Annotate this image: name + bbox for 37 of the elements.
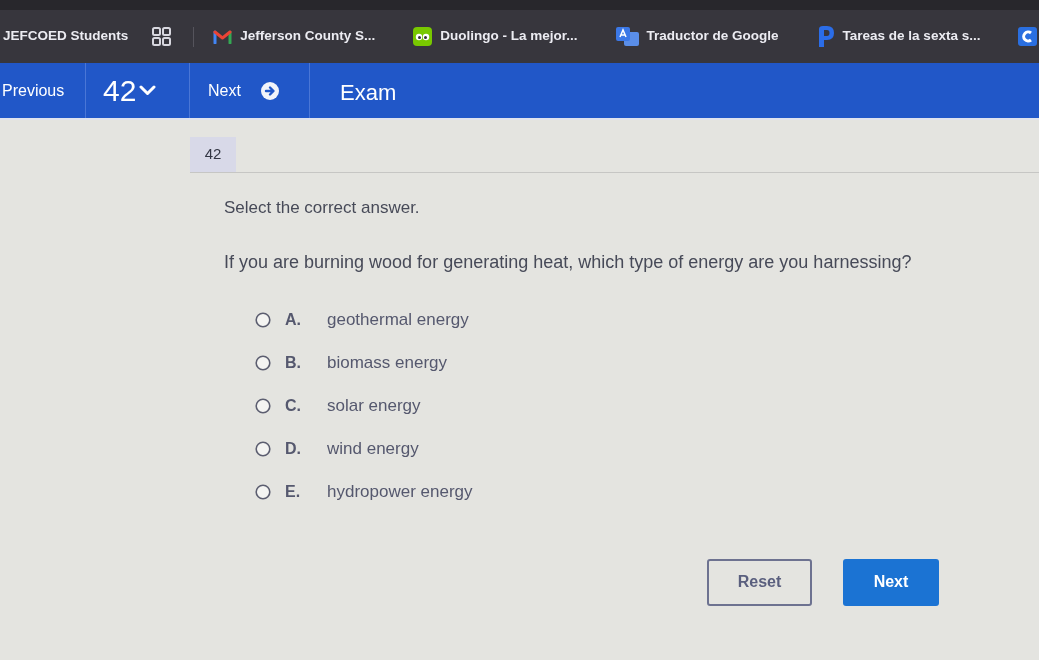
next-toolbar-button[interactable]: Next [190, 63, 310, 118]
option-letter: B. [285, 353, 302, 373]
option-letter: D. [285, 439, 302, 459]
apps-grid-icon[interactable] [152, 27, 172, 46]
translate-tiles-icon [615, 27, 639, 46]
bookmark-folder[interactable]: JEFCOED Students [3, 26, 129, 47]
option-letter: C. [285, 396, 302, 416]
chevron-down-icon [139, 85, 157, 96]
bookmark-link[interactable]: Traductor de Google [646, 26, 779, 47]
bookmark-link[interactable]: Jefferson County S... [240, 26, 376, 47]
c-logo-icon[interactable] [1018, 27, 1038, 46]
radio-button[interactable] [255, 398, 271, 414]
instruction-text: Select the correct answer. [224, 197, 420, 219]
option-text[interactable]: hydropower energy [327, 479, 473, 505]
exam-title: Exam [340, 79, 397, 107]
radio-button[interactable] [255, 355, 271, 371]
bookmark-link[interactable]: Tareas de la sexta s... [842, 26, 981, 47]
question-number-dropdown[interactable]: 42 [86, 63, 190, 118]
radio-button[interactable] [255, 312, 271, 328]
mail-m-icon [213, 29, 233, 44]
radio-button[interactable] [255, 484, 271, 500]
owl-eyes-icon [413, 27, 433, 46]
next-button[interactable]: Next [843, 558, 939, 606]
p-logo-icon [816, 26, 835, 47]
question-number-badge: 42 [190, 137, 236, 172]
option-text[interactable]: wind energy [327, 436, 419, 462]
question-text: If you are burning wood for generating heat, which type of energy are you harnessing? [224, 250, 912, 274]
option-text[interactable]: solar energy [327, 393, 421, 419]
option-text[interactable]: geothermal energy [327, 307, 469, 333]
option-letter: E. [285, 482, 302, 502]
reset-button[interactable]: Reset [707, 558, 812, 606]
bookmark-link[interactable]: Duolingo - La mejor... [440, 26, 578, 47]
option-text[interactable]: biomass energy [327, 350, 447, 376]
previous-button[interactable]: Previous [0, 63, 86, 118]
arrow-right-circle-icon [260, 81, 279, 100]
radio-button[interactable] [255, 441, 271, 457]
option-letter: A. [285, 310, 302, 330]
